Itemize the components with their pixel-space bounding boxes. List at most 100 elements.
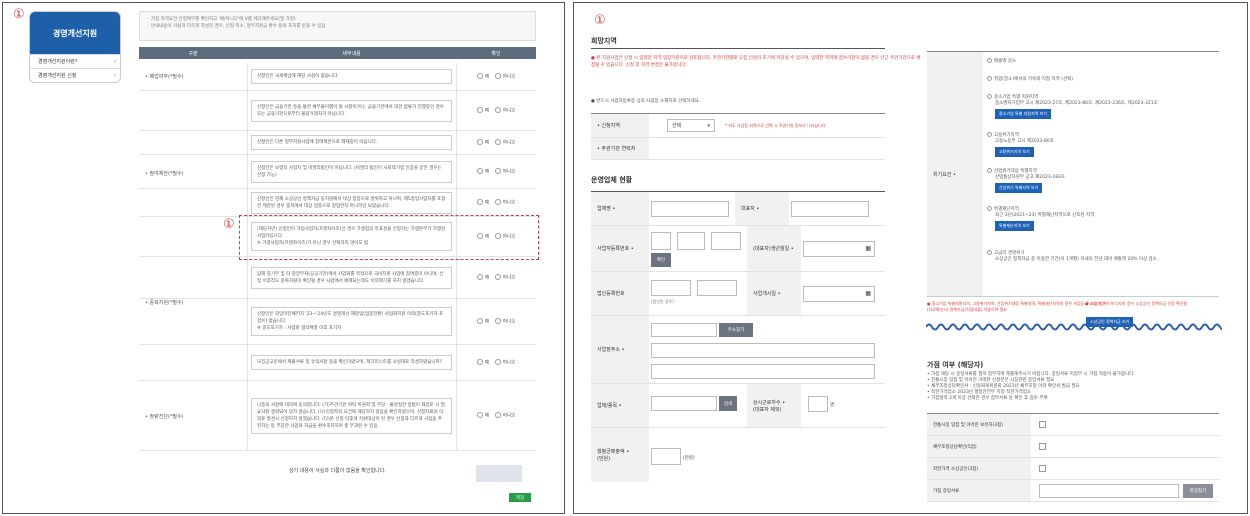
ceo-birth-input[interactable]: ▦ xyxy=(803,241,875,257)
bizno-part1-input[interactable] xyxy=(651,232,671,250)
category-label: • 중복지원(*필수) xyxy=(145,300,184,306)
radio-circle-icon xyxy=(494,107,501,114)
sales-input[interactable] xyxy=(651,448,681,465)
corpno-row: 법인등록번호 (법인인 경우) 사업개시일 • ▦ xyxy=(591,272,885,316)
radio-circle-icon xyxy=(476,73,483,80)
bonus-checkbox[interactable] xyxy=(1039,443,1046,450)
no-radio[interactable]: 아니오 xyxy=(494,412,515,419)
yes-radio[interactable]: 예 xyxy=(476,107,489,114)
option-view-button[interactable]: 산업위기 특별지역 보기 xyxy=(987,181,1237,193)
bonus-checkbox[interactable] xyxy=(1039,421,1046,428)
workers-input[interactable] xyxy=(808,396,828,412)
zipcode-input[interactable] xyxy=(651,323,717,337)
bizno-part2-input[interactable] xyxy=(677,232,705,250)
no-label: 아니오 xyxy=(502,169,516,175)
signature-box[interactable] xyxy=(476,465,522,482)
table-row: 신청인은 금융기관 등을 통한 채무불이행이 될 사항이거나, 금융기관에서 대… xyxy=(139,91,536,131)
corpno-part2-input[interactable] xyxy=(697,280,737,296)
section-title-bonus: 가점 여부 (해당자) xyxy=(927,361,984,369)
workers-label: 상시근로자수 • (대표자 제외) xyxy=(747,384,801,427)
option-label: 고금리 경영위기 xyxy=(994,251,1025,256)
confirm-cell: 예 아니오 xyxy=(456,155,536,188)
yes-label: 예 xyxy=(484,74,489,80)
no-radio[interactable]: 아니오 xyxy=(494,318,516,325)
crisis-option[interactable]: 고용위기지역 고용노동부 고시 제2023-80호 고용위기지역 보기 xyxy=(987,132,1237,157)
yes-radio[interactable]: 예 xyxy=(476,168,489,175)
yes-radio[interactable]: 예 xyxy=(476,73,489,80)
table-row: 신청인은 국세체납에 해당 사실이 없습니다. 예 아니오 xyxy=(139,63,536,91)
ceo-input[interactable] xyxy=(791,201,869,217)
calendar-icon: ▦ xyxy=(865,245,871,252)
callout-badge: ① xyxy=(594,13,606,28)
right-panel: ① 희망지역 ● 본 지원사업은 신청 시 입력한 지역 업장기준으로 검토합니… xyxy=(573,2,1248,514)
no-label: 아니오 xyxy=(502,275,516,281)
yes-radio[interactable]: 예 xyxy=(476,139,489,146)
bizno-row: 사업자등록번호 • 확인 (대표자)생년월일 • ▦ xyxy=(591,226,885,272)
save-button[interactable]: 저장 xyxy=(509,493,531,502)
option-view-button[interactable]: 특별재난지역 보기 xyxy=(987,219,1237,231)
yes-radio[interactable]: 예 xyxy=(476,412,489,419)
file-browse-button[interactable]: 파일찾기 xyxy=(1183,484,1213,498)
no-radio[interactable]: 아니오 xyxy=(494,199,515,206)
no-label: 아니오 xyxy=(502,108,516,114)
bizno-part3-input[interactable] xyxy=(711,232,741,250)
address-search-button[interactable]: 주소찾기 xyxy=(719,323,753,337)
detail-cell: 답해 중기부 및 타 중앙부처(공공기관)에서 사업화를 목적으로 국비지원 사… xyxy=(247,257,456,298)
attach-label: 가점 증빙서류 xyxy=(927,480,1031,501)
yes-radio[interactable]: 예 xyxy=(476,318,489,325)
notice-line: · 가점 자격요건 안정여부를 확인하고 '예/아니오'에 V를 체크해주세요(… xyxy=(148,17,296,22)
option-label: 특별재난지역 xyxy=(994,207,1019,212)
agency-label: • 주관기관 연락처 xyxy=(591,138,649,159)
radio-circle-icon xyxy=(494,139,501,146)
no-radio[interactable]: 아니오 xyxy=(494,73,515,80)
opendate-input[interactable]: ▦ xyxy=(803,286,875,302)
option-label: 매출액 감소 xyxy=(994,59,1017,64)
no-radio[interactable]: 아니오 xyxy=(494,359,515,366)
address1-input[interactable] xyxy=(651,343,875,358)
table-row: 신청인은 희망리턴패키지 '23~'24년도 경영개선·재창업(업종전환) 사업… xyxy=(139,299,536,345)
crisis-option[interactable]: 중소기업 특별 지원지역 중소벤처기업부 고시 제2023-27호, 제2023-… xyxy=(987,94,1237,119)
option-view-button[interactable]: 고용위기지역 보기 xyxy=(987,145,1237,157)
crisis-option[interactable]: 고금리 경영위기 소상공인 정책자금 중 이용한 기간(이 1개월) 이내의 전년… xyxy=(987,250,1237,263)
no-radio[interactable]: 아니오 xyxy=(494,107,516,114)
detail-cell: 신청인은 금융기관 등을 통한 채무불이행이 될 사항이거나, 금융기관에서 대… xyxy=(247,91,456,130)
attach-file-input[interactable] xyxy=(1039,484,1179,498)
detail-cell: 신청인은 국세체납에 해당 사실이 없습니다. xyxy=(247,63,456,90)
crisis-option[interactable]: 취업(장소)에서의 가속화 지정 지역 (선택) xyxy=(987,76,1237,83)
red-notice: ● 본 지원사업은 신청 시 입력한 지역 업장기준으로 검토합니다. 주관기관… xyxy=(591,56,921,68)
callout-badge: ① xyxy=(13,7,25,22)
address2-input[interactable] xyxy=(651,364,875,379)
crisis-option[interactable]: 산업위기대응 특별지역 산업통상자원부 공고 제2023-183호 산업위기 특별지… xyxy=(987,168,1237,193)
confirm-cell: 예 아니오 xyxy=(456,381,536,450)
no-radio[interactable]: 아니오 xyxy=(494,168,516,175)
yes-radio[interactable]: 예 xyxy=(476,274,489,281)
no-radio[interactable]: 아니오 xyxy=(494,274,516,281)
option-label: 취업(장소)에서의 가속화 지정 지역 (선택) xyxy=(994,77,1073,82)
region-label: • 신청지역 xyxy=(591,114,649,137)
sidebar-item-apply[interactable]: 경영개선지원 신청 › xyxy=(30,68,120,82)
chevron-down-icon: ▾ xyxy=(707,122,710,129)
industry-search-button[interactable]: 검색 xyxy=(719,396,737,411)
yes-radio[interactable]: 예 xyxy=(476,359,489,366)
confirm-button[interactable]: 확인 xyxy=(651,253,671,267)
sidebar-item-about[interactable]: 경영개선지원이란? › xyxy=(30,54,120,68)
corpno-part1-input[interactable] xyxy=(651,280,691,296)
region-select[interactable]: 선택 ▾ xyxy=(667,119,715,132)
no-label: 아니오 xyxy=(502,319,516,325)
table-row: 나중의 사항에 대하여 동의합니다: (가)주관기관 위탁 위원회 및 부당 ·… xyxy=(139,381,536,451)
no-radio[interactable]: 아니오 xyxy=(494,139,515,146)
company-input[interactable] xyxy=(651,201,729,217)
detail-cell: 모집공고문에서 제출서류 및 유의사항 등을 확인하였으며, 제크리스트를 사실… xyxy=(247,345,456,380)
yes-radio[interactable]: 예 xyxy=(476,199,489,206)
option-view-button[interactable]: 중소기업 특별 지원지역 보기 xyxy=(987,107,1237,119)
bonus-checkbox[interactable] xyxy=(1039,465,1046,472)
radio-circle-icon xyxy=(476,107,483,114)
notice-line: · 안내내용이 사실과 다르게 작성된 경우, 선정 취소, 정부지원금 환수 … xyxy=(148,24,326,29)
industry-input[interactable] xyxy=(651,396,717,411)
crisis-option[interactable]: 특별재난지역 최근 3년(2021~23) 특별재난지역으로 선포된 지역 특별재난… xyxy=(987,206,1237,231)
crisis-box: 위기요건 • 매출액 감소 취업(장소)에서의 가속화 지정 지역 (선택) 중소기… xyxy=(927,51,1219,297)
bonus-label: 착한가격 소상공인(3점) xyxy=(927,458,1031,479)
radio-circle-icon xyxy=(476,168,483,175)
crisis-option[interactable]: 매출액 감소 xyxy=(987,58,1237,65)
region-row: • 신청지역 선택 ▾ * 지도 사업장 지역으로 선택 시 주관기관 정보가 … xyxy=(591,114,885,138)
